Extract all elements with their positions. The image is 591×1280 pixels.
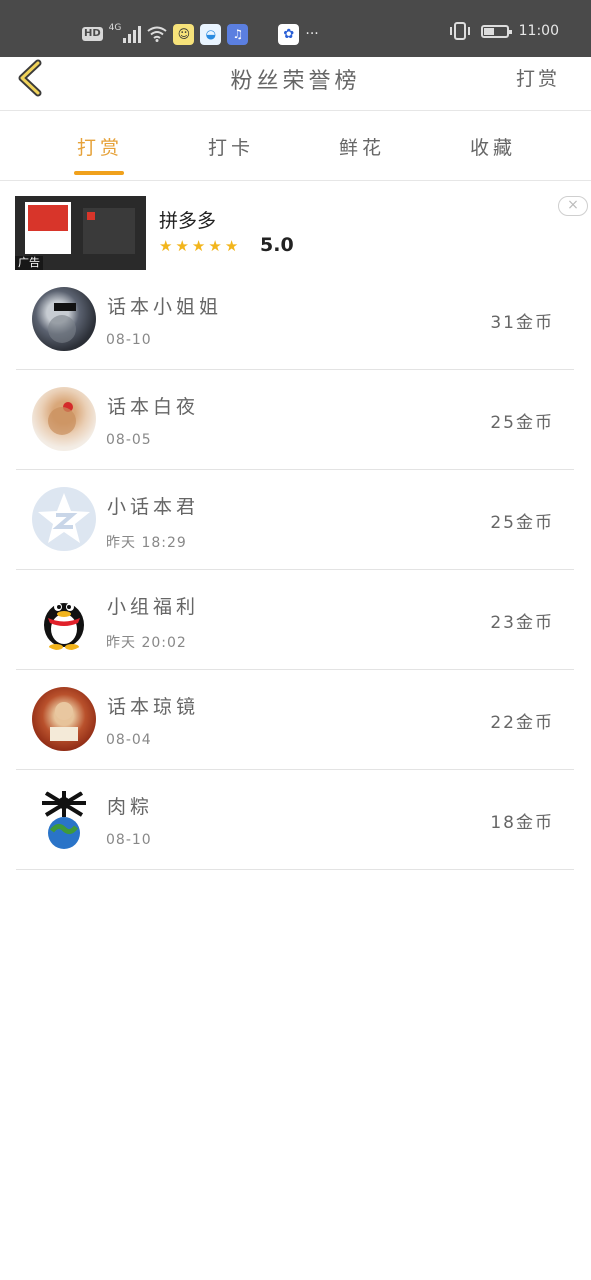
tab-reward[interactable]: 打赏 bbox=[60, 133, 140, 160]
hd-badge: HD bbox=[82, 27, 103, 41]
fan-date: 08-04 bbox=[106, 732, 152, 748]
fan-list: 话本小姐姐 08-10 31金币 话本白夜 08-05 25金币 小话本君 昨天… bbox=[16, 270, 574, 870]
status-left-icons: HD 4G ☺ ◒ ♫ ✿ ··· bbox=[82, 22, 319, 46]
reward-button[interactable]: 打赏 bbox=[516, 64, 560, 91]
status-right-icons: 11:00 bbox=[449, 22, 559, 40]
avatar[interactable] bbox=[32, 487, 96, 551]
avatar[interactable] bbox=[32, 587, 96, 651]
status-bar: HD 4G ☺ ◒ ♫ ✿ ··· 11:00 bbox=[0, 0, 591, 57]
tab-flowers[interactable]: 鲜花 bbox=[322, 133, 402, 160]
wifi-icon bbox=[147, 26, 167, 42]
network-type: 4G bbox=[108, 23, 122, 33]
star-icon: ★ bbox=[191, 237, 206, 255]
fan-date: 08-05 bbox=[106, 432, 152, 448]
star-icon: ★ bbox=[159, 237, 173, 255]
fan-name: 话本白夜 bbox=[107, 396, 200, 418]
penguin-icon bbox=[44, 603, 84, 650]
fan-coins: 22金币 bbox=[490, 713, 554, 733]
fan-name: 话本小姐姐 bbox=[107, 296, 223, 318]
app-notification-icon: ☺ bbox=[173, 23, 195, 45]
fan-name: 小组福利 bbox=[107, 596, 200, 618]
avatar[interactable] bbox=[32, 787, 96, 851]
fan-coins: 25金币 bbox=[490, 413, 554, 433]
list-item[interactable]: 小组福利 昨天 20:02 23金币 bbox=[16, 570, 574, 670]
signal-icon bbox=[123, 25, 142, 43]
avatar[interactable] bbox=[32, 287, 96, 351]
ad-title[interactable]: 拼多多 bbox=[159, 206, 216, 233]
fan-coins: 31金币 bbox=[490, 313, 554, 333]
globe-icon bbox=[42, 791, 86, 849]
list-item[interactable]: 肉粽 08-10 18金币 bbox=[16, 770, 574, 870]
avatar[interactable] bbox=[32, 687, 96, 751]
vibrate-icon bbox=[449, 22, 470, 40]
fan-coins: 23金币 bbox=[490, 613, 554, 633]
fan-coins: 25金币 bbox=[490, 513, 554, 533]
page-title: 粉丝荣誉榜 bbox=[230, 69, 361, 94]
ad-close-button[interactable]: × bbox=[558, 196, 588, 216]
qzone-star-icon bbox=[38, 493, 90, 543]
baidu-notification-icon: ✿ bbox=[278, 23, 300, 45]
list-item[interactable]: 话本白夜 08-05 25金币 bbox=[16, 370, 574, 470]
list-item[interactable]: 话本琼镜 08-04 22金币 bbox=[16, 670, 574, 770]
top-bar: 粉丝荣誉榜 打赏 bbox=[0, 57, 591, 111]
more-notifications-icon: ··· bbox=[305, 26, 319, 42]
browser-notification-icon: ◒ bbox=[200, 23, 222, 45]
list-item[interactable]: 小话本君 昨天 18:29 25金币 bbox=[16, 470, 574, 570]
fan-date: 08-10 bbox=[106, 332, 152, 348]
fan-date: 昨天 20:02 bbox=[106, 635, 187, 651]
rating-stars: ★ ★ ★ ★ ★ bbox=[159, 237, 238, 255]
ad-image[interactable]: 广告 bbox=[15, 196, 146, 270]
fan-coins: 18金币 bbox=[490, 813, 554, 833]
fan-name: 话本琼镜 bbox=[107, 696, 200, 718]
ad-banner[interactable]: 广告 拼多多 ★ ★ ★ ★ ★ 5.0 × bbox=[15, 196, 591, 270]
avatar[interactable] bbox=[32, 387, 96, 451]
star-icon: ★ bbox=[208, 237, 222, 255]
fan-date: 昨天 18:29 bbox=[106, 535, 187, 551]
star-icon: ★ bbox=[224, 237, 239, 255]
ad-rating: 5.0 bbox=[260, 234, 294, 256]
ad-label: 广告 bbox=[15, 256, 43, 270]
active-tab-indicator bbox=[74, 171, 124, 175]
tab-checkin[interactable]: 打卡 bbox=[191, 133, 271, 160]
fan-name: 小话本君 bbox=[107, 496, 200, 518]
music-notification-icon: ♫ bbox=[227, 23, 249, 45]
clock: 11:00 bbox=[518, 23, 559, 39]
fan-name: 肉粽 bbox=[107, 796, 154, 818]
battery-icon bbox=[480, 24, 512, 38]
tab-favorites[interactable]: 收藏 bbox=[453, 133, 533, 160]
list-item[interactable]: 话本小姐姐 08-10 31金币 bbox=[16, 270, 574, 370]
star-icon: ★ bbox=[175, 237, 189, 255]
fan-date: 08-10 bbox=[106, 832, 152, 848]
